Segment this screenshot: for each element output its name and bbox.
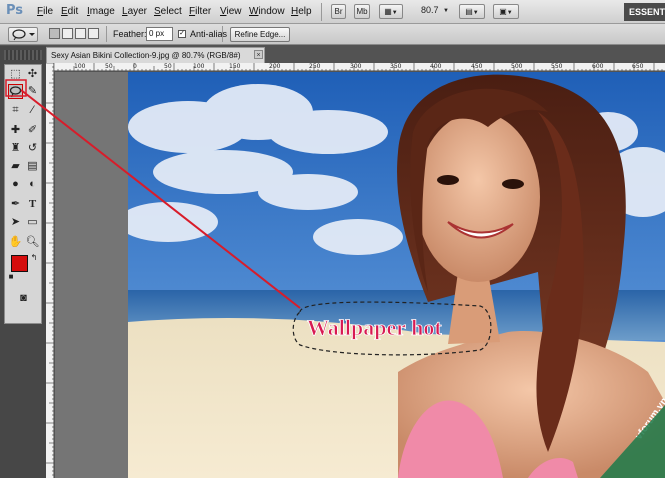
- ruler-label: 600: [592, 63, 604, 70]
- swap-colors-icon[interactable]: ↰: [29, 253, 39, 263]
- document-canvas[interactable]: [128, 72, 665, 478]
- ruler-label: 0: [133, 63, 137, 70]
- shape-icon[interactable]: ▭: [25, 215, 40, 230]
- feather-label: Feather:: [113, 29, 147, 39]
- type-icon[interactable]: T: [25, 197, 40, 212]
- tool-preset-picker[interactable]: [8, 27, 38, 42]
- ruler-label: 100: [74, 63, 86, 70]
- arrange-documents-button[interactable]: ▤▼: [459, 4, 485, 19]
- intersect-selection-button[interactable]: [88, 28, 99, 39]
- menu-edit[interactable]: Edit: [61, 6, 78, 17]
- ruler-label: 50: [164, 63, 172, 70]
- path-select-icon[interactable]: ➤: [8, 215, 23, 230]
- face: [416, 112, 540, 282]
- menu-layer[interactable]: Layer: [122, 6, 147, 17]
- menu-window[interactable]: Window: [249, 6, 285, 17]
- ruler-label: 350: [390, 63, 402, 70]
- history-brush-icon[interactable]: ↺: [25, 141, 40, 156]
- options-separator: [106, 26, 107, 42]
- add-to-selection-button[interactable]: [62, 28, 73, 39]
- rect-marquee-icon[interactable]: ⬚: [8, 67, 23, 82]
- clone-stamp-icon[interactable]: ♜: [8, 141, 23, 156]
- default-colors-icon[interactable]: ■: [7, 273, 15, 281]
- menu-filter[interactable]: Filter: [189, 6, 211, 17]
- ruler-label: 200: [269, 63, 281, 70]
- menu-view[interactable]: View: [220, 6, 242, 17]
- ruler-label: 550: [551, 63, 563, 70]
- zoom-icon[interactable]: 🔍︎: [25, 235, 40, 250]
- quick-mask-icon[interactable]: ◙: [16, 291, 31, 306]
- healing-brush-icon[interactable]: ✚: [8, 123, 23, 138]
- photoshop-logo: Ps: [6, 3, 24, 18]
- ruler-ticks: [46, 62, 54, 476]
- ruler-label: 100: [193, 63, 205, 70]
- screen-mode-icon: ▣: [499, 7, 507, 16]
- antialias-checkbox[interactable]: ✓: [178, 30, 186, 38]
- ruler-label: 50: [105, 63, 113, 70]
- ruler-label: 650: [632, 63, 644, 70]
- bridge-button[interactable]: Br: [331, 4, 346, 19]
- ruler-label: 500: [511, 63, 523, 70]
- arrange-icon: ▤: [465, 7, 473, 16]
- ruler-label: 250: [309, 63, 321, 70]
- ruler-label: 300: [350, 63, 362, 70]
- refine-edge-button[interactable]: Refine Edge...: [230, 27, 290, 42]
- new-selection-button[interactable]: [49, 28, 60, 39]
- lasso-icon: [12, 29, 35, 41]
- chevron-down-icon: ▼: [472, 10, 479, 16]
- foreground-color-swatch[interactable]: [11, 255, 28, 272]
- vertical-ruler[interactable]: [46, 62, 54, 478]
- mini-bridge-button[interactable]: Mb: [354, 4, 370, 19]
- document-tab[interactable]: Sexy Asian Bikini Collection-9.jpg @ 80.…: [46, 47, 265, 63]
- gradient-icon[interactable]: ▤: [25, 159, 40, 174]
- ruler-label: 400: [430, 63, 442, 70]
- options-bar: Feather: 0 px ✓ Anti-alias Refine Edge..…: [0, 24, 665, 45]
- zoom-dropdown-icon[interactable]: ▼: [443, 8, 449, 14]
- lasso-icon[interactable]: [8, 84, 23, 99]
- horizontal-ruler[interactable]: 100 50 0 50 100 150 200 250 300 350 400 …: [54, 63, 665, 71]
- grid-icon: ▦: [384, 7, 392, 16]
- hand-icon[interactable]: ✋: [8, 235, 23, 250]
- workspace-switcher[interactable]: ESSENT: [624, 3, 665, 21]
- left-eye: [437, 175, 459, 185]
- extras-button[interactable]: ▦▼: [379, 4, 403, 19]
- tools-panel: ⬚ ✣ ✎ ⌗ ⁄ ✚ ✐ ♜ ↺ ▰ ▤ ● ◐ ✒ T ➤ ▭ ✋ 🔍︎ ↰…: [0, 46, 46, 478]
- photo-image: [128, 72, 665, 478]
- menu-image[interactable]: Image: [87, 6, 115, 17]
- feather-input[interactable]: 0 px: [146, 27, 173, 41]
- menu-separator: [321, 3, 322, 21]
- right-eye: [502, 179, 524, 189]
- menu-help[interactable]: Help: [291, 6, 312, 17]
- options-separator: [222, 26, 223, 42]
- dodge-icon[interactable]: ◐: [25, 177, 40, 192]
- ruler-label: 150: [229, 63, 241, 70]
- menu-file[interactable]: File: [37, 6, 53, 17]
- pen-icon[interactable]: ✒: [8, 197, 23, 212]
- toolbox: ⬚ ✣ ✎ ⌗ ⁄ ✚ ✐ ♜ ↺ ▰ ▤ ● ◐ ✒ T ➤ ▭ ✋ 🔍︎ ↰…: [4, 64, 42, 324]
- menu-bar: Ps File Edit Image Layer Select Filter V…: [0, 0, 665, 24]
- screen-mode-button[interactable]: ▣▼: [493, 4, 519, 19]
- panel-gripper[interactable]: [4, 50, 42, 60]
- quick-select-icon[interactable]: ✎: [25, 84, 40, 99]
- subtract-from-selection-button[interactable]: [75, 28, 86, 39]
- blur-icon[interactable]: ●: [8, 177, 23, 192]
- chevron-down-icon: ▼: [506, 10, 513, 16]
- eyedropper-icon[interactable]: ⁄: [25, 103, 40, 118]
- move-icon[interactable]: ✣: [25, 67, 40, 82]
- eraser-icon[interactable]: ▰: [8, 159, 23, 174]
- menu-select[interactable]: Select: [154, 6, 182, 17]
- close-document-icon[interactable]: ×: [254, 50, 263, 59]
- brush-icon[interactable]: ✐: [25, 123, 40, 138]
- ruler-label: 450: [471, 63, 483, 70]
- chevron-down-icon: ▼: [391, 10, 398, 16]
- crop-icon[interactable]: ⌗: [8, 103, 23, 118]
